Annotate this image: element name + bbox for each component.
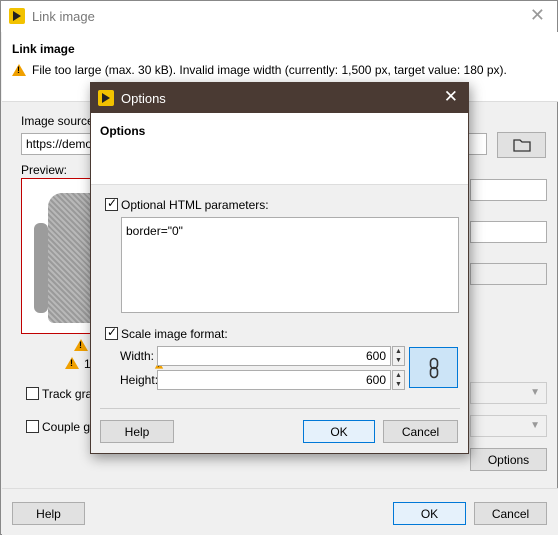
html-params-textarea[interactable]: border="0": [121, 217, 459, 313]
height-input[interactable]: 600: [157, 370, 391, 390]
browse-folder-button[interactable]: [497, 132, 546, 158]
scale-label: Scale image format:: [121, 327, 228, 341]
height-label: Height:: [120, 373, 159, 387]
options-button[interactable]: Options: [470, 448, 547, 471]
options-heading: Options: [100, 124, 146, 138]
warning-icon: [12, 64, 26, 76]
app-logo-icon: [98, 90, 114, 106]
width-stepper[interactable]: ▲ ▼: [392, 346, 405, 366]
options-title: Options: [121, 91, 166, 106]
options-cancel-button[interactable]: Cancel: [383, 420, 458, 443]
html-params-label: Optional HTML parameters:: [121, 198, 269, 212]
couple-label: Couple gr: [42, 420, 95, 434]
right-field-1[interactable]: [470, 179, 547, 201]
options-separator: [100, 408, 460, 409]
chevron-down-icon: ▼: [530, 387, 540, 398]
aspect-lock-button[interactable]: [409, 347, 458, 388]
app-logo-icon: [9, 8, 25, 24]
scale-checkbox[interactable]: [105, 325, 118, 340]
right-dropdown-2[interactable]: ▼: [470, 415, 547, 437]
window-titlebar: Link image ✕: [1, 1, 557, 32]
folder-icon: [512, 139, 531, 152]
right-field-3: [470, 263, 547, 285]
options-header: Options: [91, 113, 468, 185]
dialog-heading: Link image: [12, 42, 75, 56]
options-close-button[interactable]: ✕: [444, 87, 458, 107]
couple-checkbox[interactable]: [26, 420, 39, 433]
window-title: Link image: [32, 9, 95, 24]
options-help-button[interactable]: Help: [100, 420, 174, 443]
warning-icon: [74, 339, 88, 351]
window-close-button[interactable]: ✕: [530, 5, 545, 26]
options-dialog: Options ✕ Options Optional HTML paramete…: [90, 82, 469, 454]
height-stepper[interactable]: ▲ ▼: [392, 370, 405, 390]
preview-label: Preview:: [21, 163, 68, 177]
warning-text: File too large (max. 30 kB). Invalid ima…: [32, 63, 507, 77]
chain-link-icon: [429, 357, 438, 378]
image-source-label: Image source:: [21, 114, 98, 128]
options-ok-button[interactable]: OK: [303, 420, 375, 443]
right-field-2[interactable]: [470, 221, 547, 243]
warning-message: File too large (max. 30 kB). Invalid ima…: [12, 63, 507, 77]
help-button[interactable]: Help: [12, 502, 85, 525]
right-dropdown-1[interactable]: ▼: [470, 382, 547, 404]
width-input[interactable]: 600: [157, 346, 391, 366]
html-params-checkbox[interactable]: [105, 196, 118, 211]
warning-icon: [65, 357, 79, 369]
dialog-footer: Help OK Cancel: [2, 488, 558, 535]
width-label: Width:: [120, 349, 155, 363]
track-checkbox[interactable]: [26, 387, 39, 400]
cancel-button[interactable]: Cancel: [474, 502, 547, 525]
ok-button[interactable]: OK: [393, 502, 466, 525]
options-titlebar: Options ✕: [91, 83, 468, 113]
chevron-down-icon: ▼: [530, 420, 540, 431]
